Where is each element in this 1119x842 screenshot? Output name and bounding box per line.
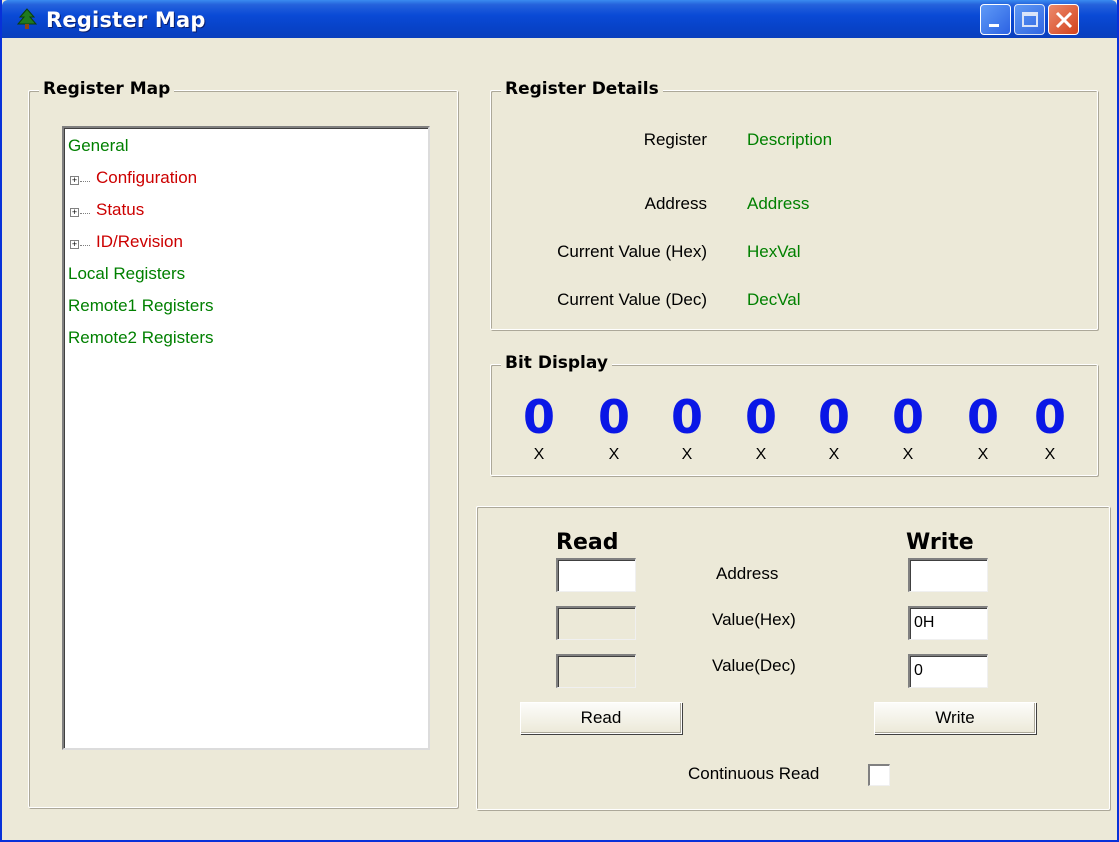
hex-value-label: Current Value (Hex)	[557, 242, 707, 261]
bit-2: 0	[891, 390, 924, 444]
bit-5-mark: X	[681, 446, 693, 463]
bit-6-mark: X	[608, 446, 620, 463]
bit-7-mark: X	[533, 446, 545, 463]
maximize-button[interactable]	[1014, 4, 1045, 35]
bit-6: 0	[597, 390, 630, 444]
write-heading: Write	[906, 530, 974, 555]
title-bar[interactable]: Register Map	[2, 0, 1117, 38]
address-label: Address	[644, 194, 707, 213]
address-value: Address	[747, 194, 810, 213]
close-icon	[1055, 11, 1073, 29]
write-address-input[interactable]	[908, 558, 988, 592]
tree-item-general[interactable]: General	[68, 136, 128, 156]
minimize-button[interactable]	[980, 4, 1011, 35]
bit-3: 0	[817, 390, 850, 444]
write-dec-input[interactable]: 0	[908, 654, 988, 688]
value-hex-row-label: Value(Hex)	[712, 610, 796, 629]
window-title: Register Map	[46, 8, 206, 32]
tree-item-id-revision[interactable]: ID/Revision	[96, 232, 183, 252]
write-button[interactable]: Write	[874, 702, 1036, 734]
read-dec-input	[556, 654, 636, 688]
tree-item-remote1-registers[interactable]: Remote1 Registers	[68, 296, 214, 316]
dec-value-label: Current Value (Dec)	[557, 290, 707, 309]
bit-1-mark: X	[977, 446, 989, 463]
read-address-input[interactable]	[556, 558, 636, 592]
write-hex-input[interactable]: 0H	[908, 606, 988, 640]
read-button[interactable]: Read	[520, 702, 682, 734]
tree-item-local-registers[interactable]: Local Registers	[68, 264, 185, 284]
continuous-read-label: Continuous Read	[688, 764, 820, 783]
close-button[interactable]	[1048, 4, 1079, 35]
bit-2-mark: X	[902, 446, 914, 463]
register-map-group-label: Register Map	[39, 79, 175, 99]
bit-display-group: Bit Display	[490, 353, 1098, 476]
minimize-icon	[989, 24, 999, 27]
continuous-read-checkbox[interactable]	[868, 764, 890, 786]
read-heading: Read	[556, 530, 619, 555]
bit-4-mark: X	[755, 446, 767, 463]
tree-item-remote2-registers[interactable]: Remote2 Registers	[68, 328, 214, 348]
hex-value: HexVal	[747, 242, 801, 261]
register-details-group-label: Register Details	[501, 79, 663, 99]
bit-5: 0	[670, 390, 703, 444]
tree-icon	[16, 8, 38, 29]
bit-display-group-label: Bit Display	[501, 353, 612, 373]
expand-icon[interactable]: +	[70, 240, 79, 249]
bit-7: 0	[522, 390, 555, 444]
tree-item-configuration[interactable]: Configuration	[96, 168, 197, 188]
register-map-window: Register Map Register Map General + Conf…	[0, 0, 1119, 842]
register-label: Register	[643, 130, 707, 149]
bit-0-mark: X	[1044, 446, 1056, 463]
expand-icon[interactable]: +	[70, 176, 79, 185]
read-hex-input	[556, 606, 636, 640]
bit-1: 0	[966, 390, 999, 444]
register-tree[interactable]: General + Configuration + Status + ID/Re…	[62, 126, 430, 750]
dec-value: DecVal	[747, 290, 801, 309]
bit-4: 0	[744, 390, 777, 444]
bit-0: 0	[1033, 390, 1066, 444]
address-row-label: Address	[716, 564, 779, 583]
tree-item-status[interactable]: Status	[96, 200, 144, 220]
register-value: Description	[747, 130, 833, 149]
value-dec-row-label: Value(Dec)	[712, 656, 796, 675]
bit-3-mark: X	[828, 446, 840, 463]
maximize-icon	[1022, 12, 1038, 27]
expand-icon[interactable]: +	[70, 208, 79, 217]
